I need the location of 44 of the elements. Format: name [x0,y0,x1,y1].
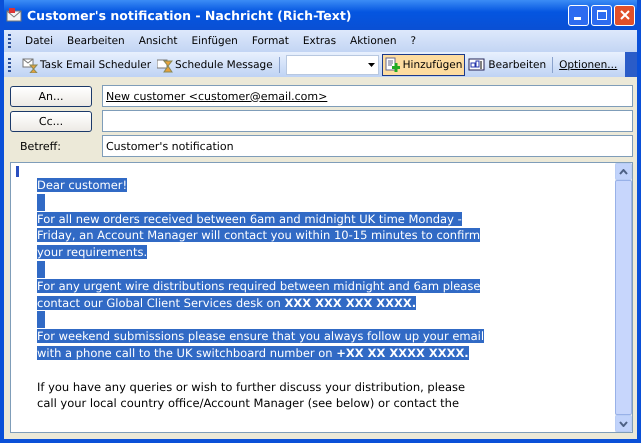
address-button[interactable]: Cc... [10,110,92,132]
maximize-icon [596,10,606,20]
subject-field[interactable]: Customer's notification [102,135,633,157]
paragraph: For any urgent wire distributions required between midnight and 6am please contact our Global Client Services desk on XXX XXX XXX XXXX. [37,278,482,312]
menu-item[interactable]: Datei [19,35,62,47]
close-button[interactable] [614,4,635,26]
text-field-icon [468,56,486,72]
message-body[interactable] [10,162,633,433]
menu-item[interactable]: Format [246,35,297,47]
dropdown-field[interactable] [286,54,379,74]
add-icon [384,56,401,72]
address-button[interactable]: An... [10,86,92,106]
menu-item[interactable]: Einfügen [186,35,246,47]
scroll-down-icon[interactable] [615,415,632,432]
recipient-field[interactable] [102,110,633,132]
close-icon [620,10,630,20]
toolbar-button[interactable]: Hinzufügen [382,54,466,76]
envelope-icon [6,8,22,22]
window-title: Customer's notification - Nachricht (Rich-Text) [27,8,353,22]
toolbar-button[interactable]: Task Email Scheduler [19,54,154,76]
maximize-button[interactable] [591,4,612,26]
paragraph: For all new orders received between 6am and midnight UK time Monday - Friday, an Account Manager will contact you within 10-15 minutes to confirm your requirements. [37,210,482,261]
dropdown-arrow-icon [368,62,375,66]
grip-icon [8,58,11,72]
paragraph: Dear customer! [37,177,128,194]
recipient-field[interactable]: New customer <customer@email.com> [102,85,633,107]
menu-item[interactable]: Aktionen [344,35,405,47]
minimize-icon [574,16,580,20]
toolbar-button[interactable]: Optionen... [556,54,620,76]
hourglass-icon [157,56,174,72]
scroll-up-icon[interactable] [615,163,632,180]
menu-item[interactable]: ? [404,35,424,47]
paragraph: For weekend submissions please ensure that you always follow up your email with a phone call to the UK switchboard number on +XX XX XXXX XXXX. [37,328,486,362]
menu-item[interactable]: Extras [296,35,344,47]
minimize-button[interactable] [568,4,589,26]
envelope-hourglass-icon [22,56,38,72]
grip-icon [8,34,11,48]
menu-item[interactable]: Ansicht [132,35,186,47]
paragraph: If you have any queries or wish to further discuss your distribution, please call your local country office/Account Manager (see below) or contact the [37,378,466,412]
menu-item[interactable]: Bearbeiten [61,35,133,47]
text-cursor [16,166,19,177]
toolbar-button[interactable]: Schedule Message [154,54,276,76]
toolbar-button[interactable]: Bearbeiten [465,54,550,76]
subject-label: Betreff: [19,140,62,152]
